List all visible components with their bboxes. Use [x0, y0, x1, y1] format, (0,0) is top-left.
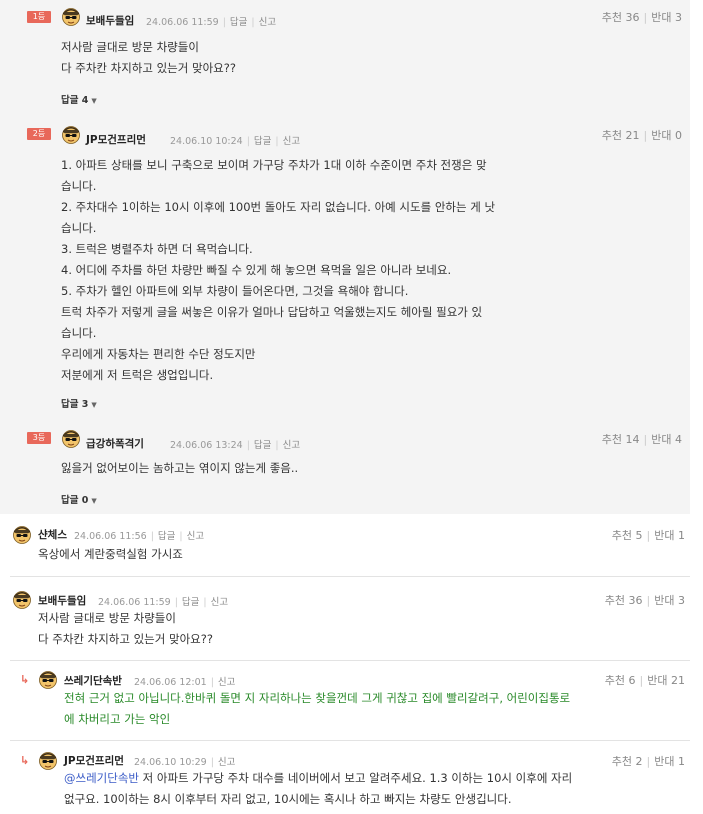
vote-counts: 추천 21 | 반대 0: [601, 129, 682, 142]
avatar: [61, 6, 81, 26]
upvote-button[interactable]: 추천 14: [602, 433, 640, 446]
upvote-button[interactable]: 추천 36: [605, 594, 643, 607]
author-nickname[interactable]: JP모건프리먼: [86, 132, 146, 147]
downvote-button[interactable]: 반대 21: [647, 674, 685, 687]
comment-date: 24.06.06 11:59: [98, 597, 171, 608]
comment-date: 24.06.10 10:29: [134, 757, 207, 768]
chevron-down-icon: ▼: [91, 401, 97, 409]
replies-toggle[interactable]: 답글 3 ▼: [61, 396, 97, 410]
mention-link[interactable]: @쓰레기단속반: [64, 771, 139, 785]
vote-counts: 추천 36 | 반대 3: [601, 11, 682, 24]
comment-meta: 24.06.10 10:29 | 신고: [134, 757, 236, 768]
vote-counts: 추천 36 | 반대 3: [604, 594, 685, 607]
author-nickname[interactable]: 보배두들임: [38, 593, 86, 608]
avatar: [12, 524, 32, 544]
comment-body: 저사람 글대로 방문 차량들이 다 주차칸 차지하고 있는거 맞아요??: [38, 611, 213, 646]
comment-date: 24.06.06 11:56: [74, 531, 147, 542]
author-nickname[interactable]: 보배두들임: [86, 13, 134, 28]
upvote-button[interactable]: 추천 36: [602, 11, 640, 24]
downvote-button[interactable]: 반대 3: [651, 11, 682, 24]
reply-link[interactable]: 답글: [254, 440, 271, 451]
reply-link[interactable]: 답글: [158, 531, 175, 542]
reply-link[interactable]: 답글: [182, 597, 199, 608]
replies-toggle[interactable]: 답글 4 ▼: [61, 92, 97, 106]
best-comments-section: 1등 보배두들임 24.06.06 11:59 | 답글 | 신고 추천 36 | 반대 3…: [0, 0, 690, 514]
rank-badge: 2등: [27, 128, 51, 140]
chevron-down-icon: ▼: [91, 497, 97, 505]
comment-body: 전혀 근거 없고 아닙니다.한바퀴 돌면 지 자리하나는 찾을껀데 그게 귀찮고…: [64, 691, 571, 726]
avatar: [61, 428, 81, 448]
downvote-button[interactable]: 반대 1: [654, 529, 685, 542]
avatar: [61, 124, 81, 144]
report-link[interactable]: 신고: [259, 17, 276, 28]
comment-body: @쓰레기단속반 저 아파트 가구당 주차 대수를 네이버에서 보고 알려주세요.…: [64, 771, 573, 806]
upvote-button[interactable]: 추천 21: [602, 129, 640, 142]
downvote-button[interactable]: 반대 3: [654, 594, 685, 607]
report-link[interactable]: 신고: [218, 757, 235, 768]
reply-arrow-icon: ↳: [20, 673, 30, 686]
author-nickname[interactable]: JP모건프리먼: [64, 753, 124, 768]
comment-date: 24.06.10 10:24: [170, 136, 243, 147]
comment-meta: 24.06.10 10:24 | 답글 | 신고: [170, 136, 301, 147]
comment-meta: 24.06.06 11:59 | 답글 | 신고: [146, 17, 277, 28]
report-link[interactable]: 신고: [187, 531, 204, 542]
comment-date: 24.06.06 11:59: [146, 17, 219, 28]
downvote-button[interactable]: 반대 0: [651, 129, 682, 142]
comment-body: 잃을거 없어보이는 놈하고는 엮이지 않는게 좋음..: [61, 461, 299, 475]
reply-link[interactable]: 답글: [254, 136, 271, 147]
avatar: [38, 669, 58, 689]
comment-meta: 24.06.06 11:59 | 답글 | 신고: [98, 597, 229, 608]
divider: [10, 740, 690, 741]
divider: [10, 660, 690, 661]
reply-link[interactable]: 답글: [230, 17, 247, 28]
chevron-down-icon: ▼: [91, 97, 97, 105]
comment-body: 저사람 글대로 방문 차량들이 다 주차칸 차지하고 있는거 맞아요??: [61, 40, 236, 75]
upvote-button[interactable]: 추천 6: [605, 674, 636, 687]
rank-badge: 1등: [27, 11, 51, 23]
comment-meta: 24.06.06 13:24 | 답글 | 신고: [170, 440, 301, 451]
vote-counts: 추천 2 | 반대 1: [611, 755, 685, 768]
avatar: [12, 589, 32, 609]
vote-counts: 추천 14 | 반대 4: [601, 433, 682, 446]
reply-arrow-icon: ↳: [20, 754, 30, 767]
upvote-button[interactable]: 추천 5: [612, 529, 643, 542]
divider: [10, 576, 690, 577]
rank-badge: 3등: [27, 432, 51, 444]
comment-meta: 24.06.06 11:56 | 답글 | 신고: [74, 531, 205, 542]
comment-date: 24.06.06 12:01: [134, 677, 207, 688]
vote-counts: 추천 5 | 반대 1: [611, 529, 685, 542]
comment-body: 1. 아파트 상태를 보니 구축으로 보이며 가구당 주차가 1대 이하 수준이…: [61, 158, 496, 382]
author-nickname[interactable]: 샨체스: [38, 527, 67, 542]
avatar: [38, 750, 58, 770]
comment-body: 옥상에서 계란중력실험 가시죠: [38, 547, 183, 561]
replies-toggle[interactable]: 답글 0 ▼: [61, 492, 97, 506]
report-link[interactable]: 신고: [218, 677, 235, 688]
downvote-button[interactable]: 반대 1: [654, 755, 685, 768]
vote-counts: 추천 6 | 반대 21: [604, 674, 685, 687]
comment-meta: 24.06.06 12:01 | 신고: [134, 677, 236, 688]
report-link[interactable]: 신고: [283, 440, 300, 451]
author-nickname[interactable]: 급강하폭격기: [86, 436, 144, 451]
upvote-button[interactable]: 추천 2: [612, 755, 643, 768]
downvote-button[interactable]: 반대 4: [651, 433, 682, 446]
report-link[interactable]: 신고: [211, 597, 228, 608]
report-link[interactable]: 신고: [283, 136, 300, 147]
author-nickname[interactable]: 쓰레기단속반: [64, 673, 122, 688]
comment-date: 24.06.06 13:24: [170, 440, 243, 451]
